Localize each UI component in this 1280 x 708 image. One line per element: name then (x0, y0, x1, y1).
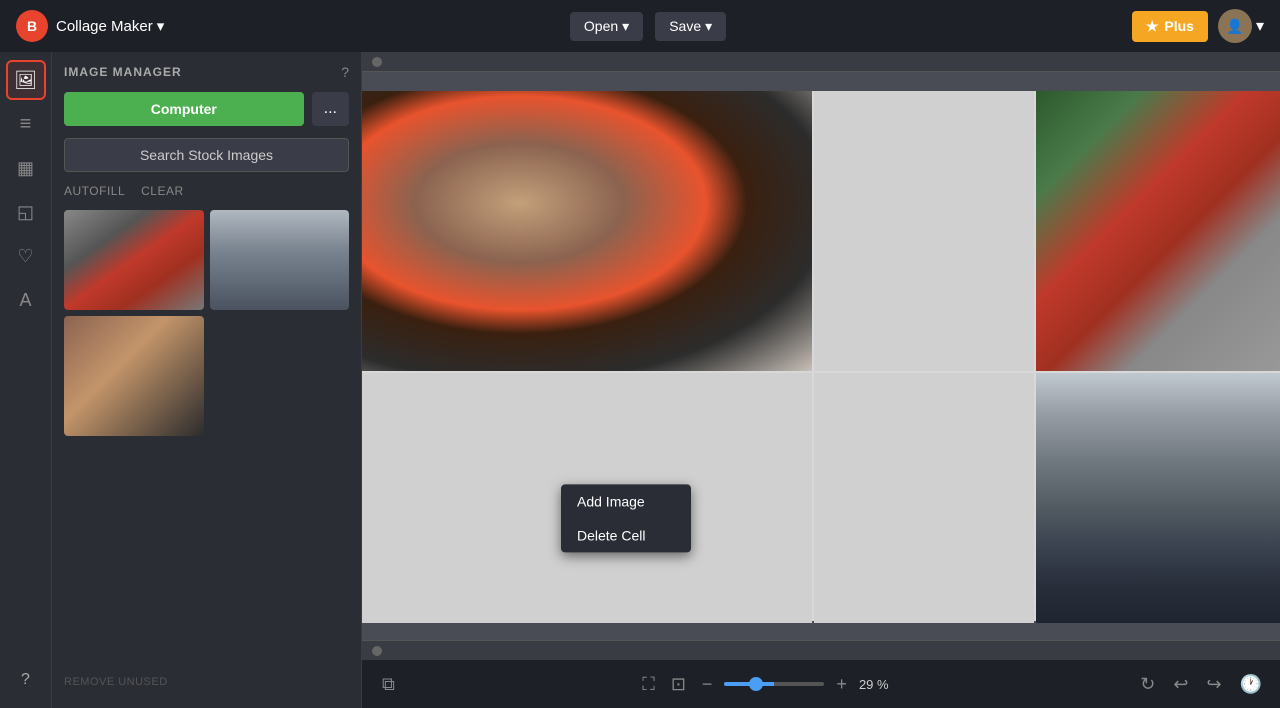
stickers-icon: ◱ (17, 202, 34, 223)
plus-button[interactable]: ★ Plus (1132, 11, 1208, 42)
app-title[interactable]: Collage Maker ▾ (56, 17, 164, 35)
thumbnail-item[interactable] (210, 210, 350, 310)
toolbar-center: ⛶ ⊡ − + 29 % (638, 670, 897, 699)
sidebar-item-favorites[interactable]: ♡ (6, 236, 46, 276)
more-icon: ... (324, 100, 337, 117)
cell-bottom-left[interactable]: Add Image Delete Cell (362, 373, 812, 623)
mother-daughter-thumbnail (64, 316, 204, 436)
open-button[interactable]: Open ▾ (570, 12, 643, 41)
filters-icon: ≡ (20, 113, 32, 136)
clear-button[interactable]: CLEAR (141, 184, 184, 198)
favorites-icon: ♡ (17, 246, 33, 267)
upload-row: Computer ... (64, 92, 349, 126)
panel-help-icon[interactable]: ? (341, 64, 349, 80)
remove-unused-label: REMOVE UNUSED (64, 668, 349, 696)
thumbnail-item[interactable] (64, 210, 204, 310)
sidebar-item-help[interactable]: ? (6, 660, 46, 700)
avatar: 👤 (1218, 9, 1252, 43)
context-delete-cell[interactable]: Delete Cell (561, 518, 691, 552)
chevron-down-icon: ▾ (622, 18, 629, 35)
star-icon: ★ (1146, 18, 1159, 35)
canvas-scroll-top (362, 52, 1280, 72)
zoom-slider[interactable] (724, 682, 824, 686)
main-content: 🖼 ≡ ▦ ◱ ♡ A ? IMAGE MANAGER ? Computer (0, 52, 1280, 708)
header-center: Open ▾ Save ▾ (570, 12, 726, 41)
app-logo[interactable]: B (16, 10, 48, 42)
canvas-main[interactable]: Add Image Delete Cell (362, 72, 1280, 640)
sidebar-item-image-manager[interactable]: 🖼 (6, 60, 46, 100)
crop-button[interactable]: ⊡ (667, 670, 690, 699)
context-menu: Add Image Delete Cell (561, 484, 691, 552)
layers-button[interactable]: ⧉ (378, 670, 399, 699)
sidebar-panel: IMAGE MANAGER ? Computer ... Search Stoc… (52, 52, 362, 708)
history-button[interactable]: 🕐 (1236, 670, 1266, 699)
header-left: B Collage Maker ▾ (16, 10, 164, 42)
bottom-toolbar: ⧉ ⛶ ⊡ − + 29 % (362, 660, 1280, 708)
panel-title: IMAGE MANAGER (64, 65, 182, 79)
plus-icon: + (836, 674, 847, 695)
autofill-row: AUTOFILL CLEAR (64, 184, 349, 198)
canvas-scroll-bottom (362, 640, 1280, 660)
stock-search-button[interactable]: Search Stock Images (64, 138, 349, 172)
panel-header: IMAGE MANAGER ? (64, 64, 349, 80)
layout-icon: ▦ (17, 158, 34, 179)
header: B Collage Maker ▾ Open ▾ Save ▾ ★ Plus 👤… (0, 0, 1280, 52)
cell-bottom-mid[interactable] (814, 373, 1034, 623)
header-right: ★ Plus 👤 ▾ (1132, 9, 1264, 43)
clock-icon: 🕐 (1240, 674, 1262, 695)
redo-button[interactable]: ↪ (1202, 670, 1225, 699)
image-manager-icon: 🖼 (14, 70, 37, 91)
zoom-percentage: 29 % (859, 677, 897, 692)
redo-icon: ↪ (1206, 674, 1221, 695)
chevron-down-icon: ▾ (157, 17, 165, 35)
thumbnail-item[interactable] (64, 316, 204, 436)
minus-icon: − (702, 674, 713, 695)
scooter-street-image (1036, 91, 1280, 371)
fit-icon: ⛶ (642, 674, 655, 695)
undo-icon: ↩ (1173, 674, 1188, 695)
question-icon: ? (21, 671, 30, 689)
canvas-area: Add Image Delete Cell ⧉ (362, 52, 1280, 708)
user-avatar-menu[interactable]: 👤 ▾ (1218, 9, 1264, 43)
mother-daughter-image (362, 91, 812, 371)
toolbar-right: ↻ ↩ ↪ 🕐 (1136, 670, 1266, 699)
zoom-out-button[interactable]: − (698, 670, 717, 699)
toolbar-left: ⧉ (378, 670, 399, 699)
collage-canvas: Add Image Delete Cell (362, 91, 1280, 621)
chevron-down-icon: ▾ (1256, 16, 1264, 36)
autofill-button[interactable]: AUTOFILL (64, 184, 125, 198)
thumbnail-grid (64, 210, 349, 436)
crop-icon: ⊡ (671, 674, 686, 695)
sidebar-item-stickers[interactable]: ◱ (6, 192, 46, 232)
computer-upload-button[interactable]: Computer (64, 92, 304, 126)
cell-bottom-right[interactable] (1036, 373, 1280, 623)
rotate-cw-button[interactable]: ↻ (1136, 670, 1159, 699)
save-button[interactable]: Save ▾ (655, 12, 726, 41)
sidebar-item-filters[interactable]: ≡ (6, 104, 46, 144)
scroll-indicator (372, 57, 382, 67)
scooter-thumbnail (64, 210, 204, 310)
paris-aerial-image (1036, 373, 1280, 623)
cell-top-right[interactable] (1036, 91, 1280, 371)
layers-icon: ⧉ (382, 674, 395, 695)
context-add-image[interactable]: Add Image (561, 484, 691, 518)
paris-thumbnail (210, 210, 350, 310)
cell-main-photo[interactable] (362, 91, 812, 371)
undo-button[interactable]: ↩ (1169, 670, 1192, 699)
fit-to-screen-button[interactable]: ⛶ (638, 670, 659, 699)
rotate-cw-icon: ↻ (1140, 674, 1155, 695)
zoom-in-button[interactable]: + (832, 670, 851, 699)
text-icon: A (19, 290, 31, 311)
sidebar-item-text[interactable]: A (6, 280, 46, 320)
chevron-down-icon: ▾ (705, 18, 712, 35)
more-upload-options-button[interactable]: ... (312, 92, 349, 126)
sidebar-item-layout[interactable]: ▦ (6, 148, 46, 188)
cell-top-mid[interactable] (814, 91, 1034, 371)
icon-rail: 🖼 ≡ ▦ ◱ ♡ A ? (0, 52, 52, 708)
scroll-indicator-bottom (372, 646, 382, 656)
